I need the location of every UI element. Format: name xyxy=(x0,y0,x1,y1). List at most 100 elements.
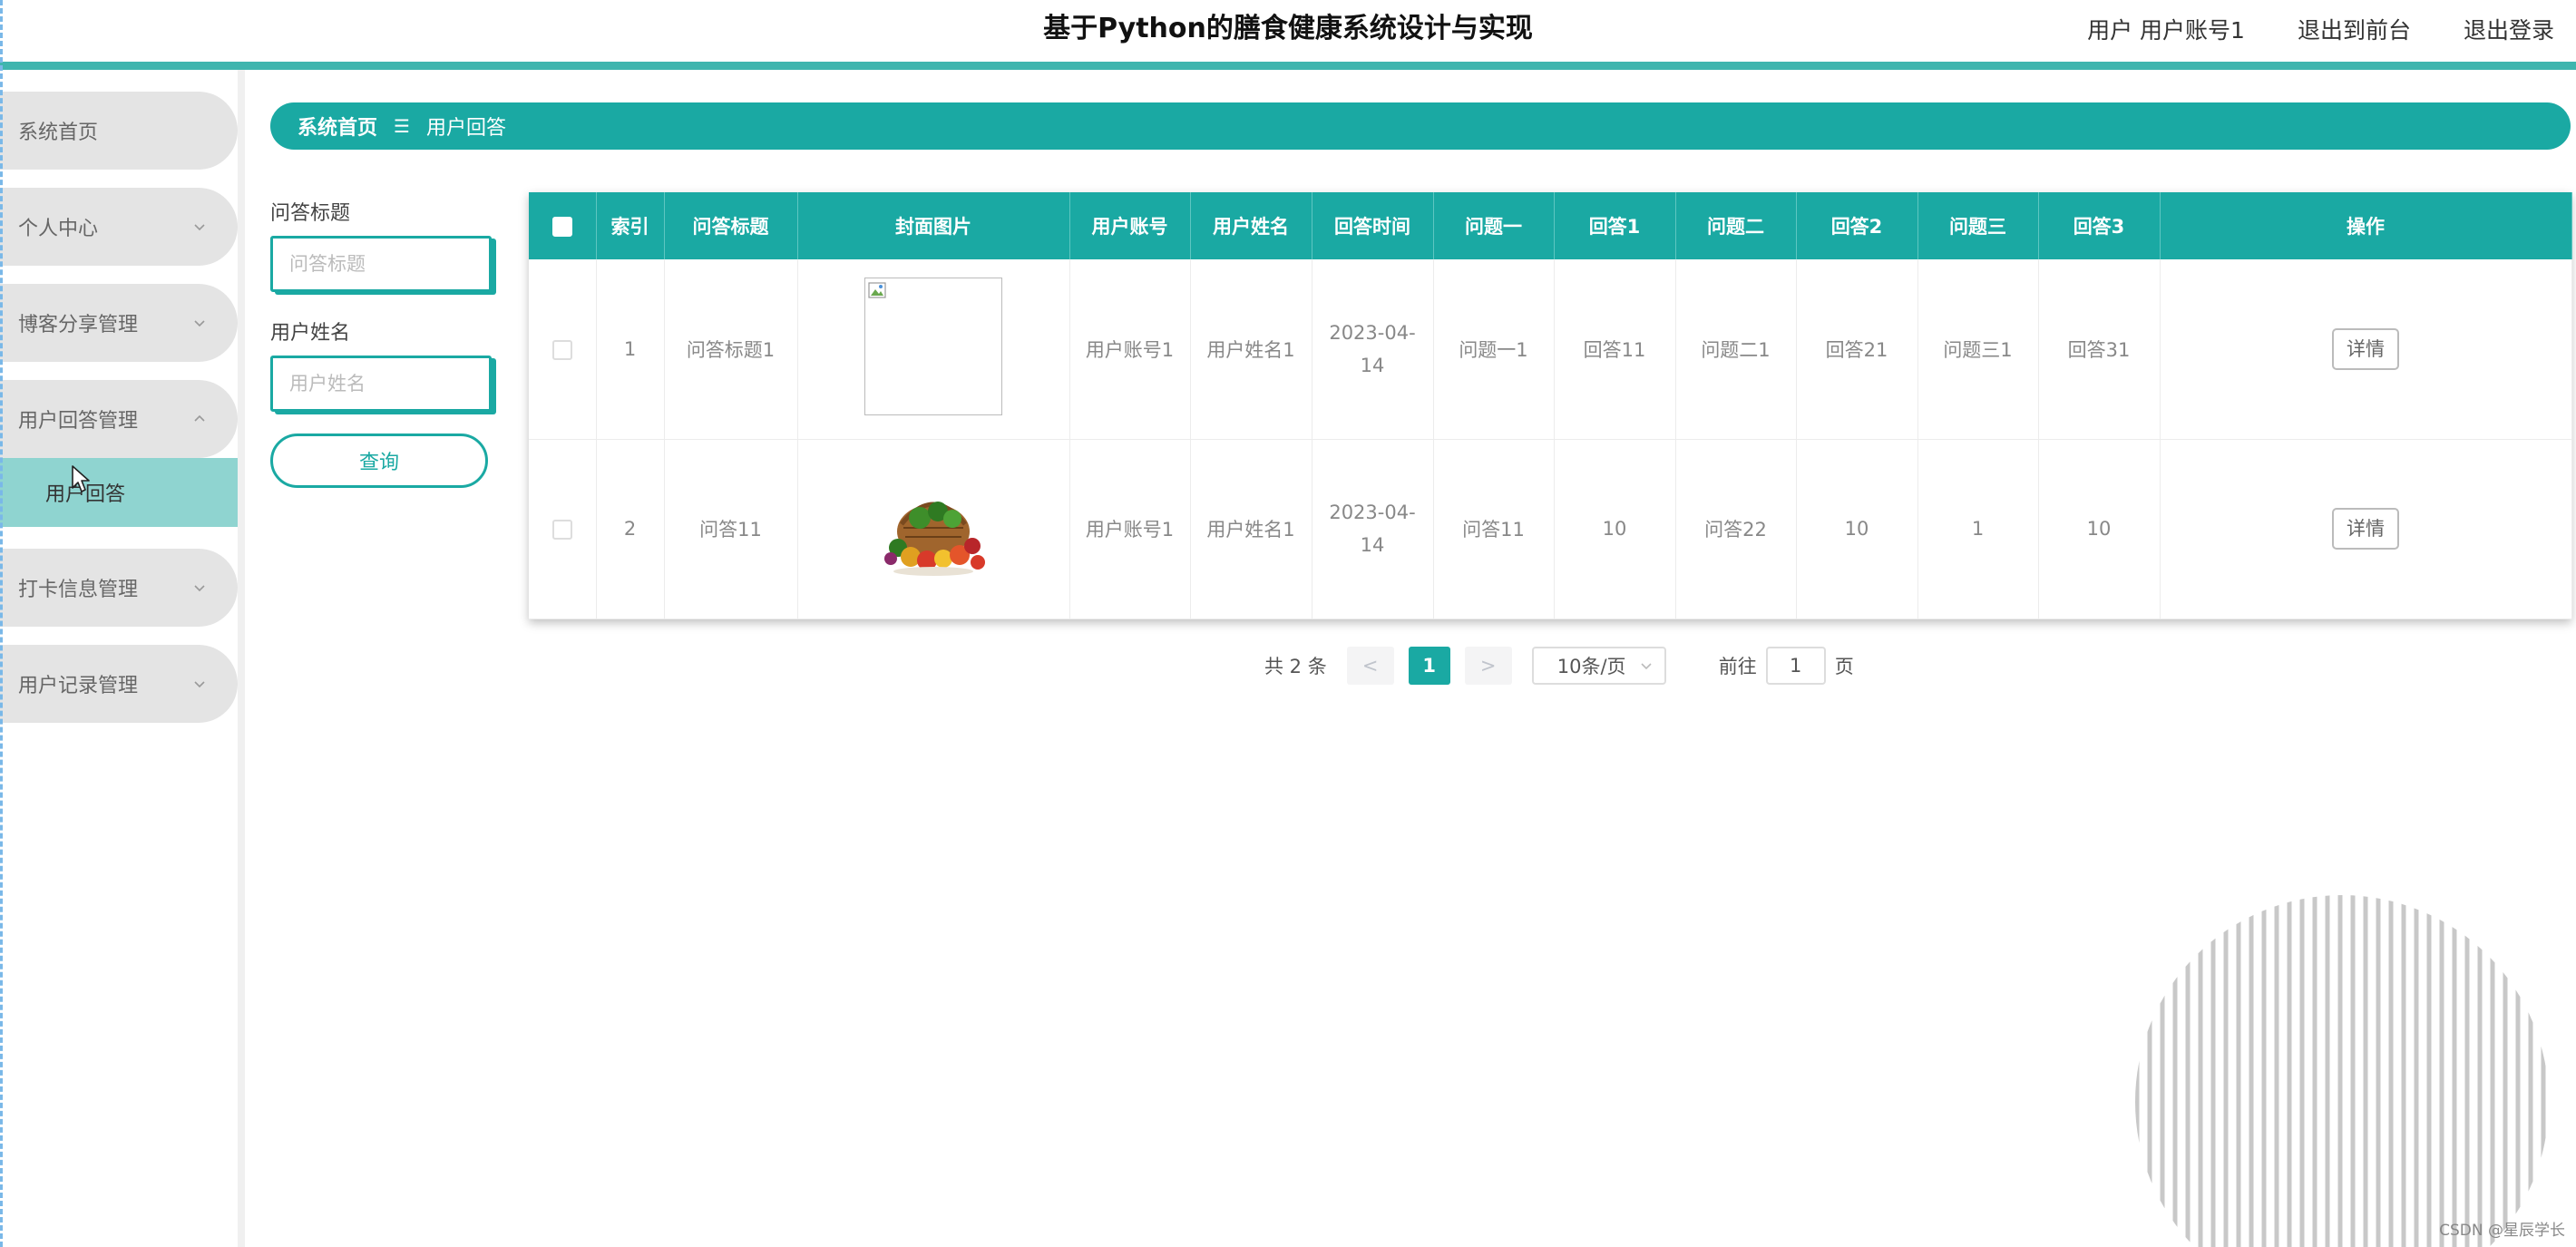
sidebar-item-label: 打卡信息管理 xyxy=(18,579,139,601)
cell-a1: 回答11 xyxy=(1554,259,1676,440)
column-header: 问题二 xyxy=(1675,192,1797,259)
logout-link[interactable]: 退出登录 xyxy=(2464,13,2554,45)
cell-name: 用户姓名1 xyxy=(1190,439,1312,619)
mouse-cursor-icon xyxy=(72,465,90,492)
query-button[interactable]: 查询 xyxy=(270,434,488,488)
cell-q1: 问题一1 xyxy=(1433,259,1555,440)
cell-q3: 1 xyxy=(1917,439,2039,619)
cell-cover xyxy=(797,259,1070,440)
column-header: 用户账号 xyxy=(1069,192,1191,259)
cell-a2: 回答21 xyxy=(1796,259,1918,440)
breadcrumb-home[interactable]: 系统首页 xyxy=(298,112,377,141)
cell-title: 问答11 xyxy=(664,439,798,619)
sidebar-item-label: 个人中心 xyxy=(18,218,99,240)
chevron-down-icon xyxy=(194,681,205,688)
column-header: 回答1 xyxy=(1554,192,1676,259)
chevron-down-icon xyxy=(194,585,205,592)
page-number-button[interactable]: 1 xyxy=(1408,647,1450,685)
cell-a1: 10 xyxy=(1554,439,1676,619)
sidebar: 系统首页 个人中心 博客分享管理 用户回答管理 用户回答 打卡信息管理 用户记录… xyxy=(0,70,245,1247)
breadcrumb-current: 用户回答 xyxy=(425,117,506,140)
cell-q3: 问题三1 xyxy=(1917,259,2039,440)
sidebar-menu: 系统首页 个人中心 博客分享管理 用户回答管理 用户回答 打卡信息管理 用户记录… xyxy=(0,92,238,741)
select-all-cell[interactable] xyxy=(529,192,597,259)
cell-a2: 10 xyxy=(1796,439,1918,619)
back-to-front-link[interactable]: 退出到前台 xyxy=(2298,13,2411,45)
cell-actions: 详情 xyxy=(2160,259,2572,440)
page-left-dashed-border xyxy=(0,0,3,1247)
sidebar-subitem-user-answer[interactable]: 用户回答 xyxy=(0,458,238,527)
watermark: CSDN @星辰学长 xyxy=(2439,1222,2565,1240)
sidebar-item-label: 用户回答管理 xyxy=(18,410,139,433)
cell-actions: 详情 xyxy=(2160,439,2572,619)
broken-image-icon xyxy=(868,282,886,298)
table-row: 1 问答标题1 用户账号1 用户姓名1 2023-04- 14 问题一1 回答11 xyxy=(529,259,2572,440)
page-size-select[interactable]: 10条/页 xyxy=(1531,647,1666,685)
select-all-checkbox[interactable] xyxy=(551,217,572,237)
cell-answer-time: 2023-04- 14 xyxy=(1312,439,1434,619)
next-page-button[interactable]: > xyxy=(1464,647,1512,685)
cell-account: 用户账号1 xyxy=(1069,259,1191,440)
sidebar-item-blog-share[interactable]: 博客分享管理 xyxy=(0,284,238,362)
sidebar-item-personal-center[interactable]: 个人中心 xyxy=(0,188,238,266)
goto-page-input[interactable] xyxy=(1765,647,1826,685)
breadcrumb-separator-icon: ☰ xyxy=(394,115,410,137)
title-search-input[interactable] xyxy=(270,236,492,292)
header-accent-bar xyxy=(0,62,2576,70)
row-checkbox[interactable] xyxy=(551,520,572,540)
detail-button[interactable]: 详情 xyxy=(2332,508,2399,550)
cell-answer-time: 2023-04- 14 xyxy=(1312,259,1434,440)
vegetable-basket-image xyxy=(884,501,985,576)
column-header: 回答时间 xyxy=(1312,192,1434,259)
column-header: 问题一 xyxy=(1433,192,1555,259)
row-select-cell[interactable] xyxy=(529,439,597,619)
cell-index: 2 xyxy=(596,439,665,619)
cell-q1: 问答11 xyxy=(1433,439,1555,619)
column-header: 问题三 xyxy=(1917,192,2039,259)
top-header: 基于Python的膳食健康系统设计与实现 用户 用户账号1 退出到前台 退出登录 xyxy=(0,0,2576,62)
goto-suffix: 页 xyxy=(1834,656,1854,677)
cover-image-broken xyxy=(864,278,1002,416)
sidebar-item-checkin-manage[interactable]: 打卡信息管理 xyxy=(0,549,238,627)
cell-title: 问答标题1 xyxy=(664,259,798,440)
date-line: 2023-04- xyxy=(1329,502,1416,523)
cell-index: 1 xyxy=(596,259,665,440)
page-size-value: 10条/页 xyxy=(1556,656,1626,677)
answers-table: 索引 问答标题 封面图片 用户账号 用户姓名 回答时间 问题一 回答1 问题二 … xyxy=(529,192,2572,619)
name-search-input[interactable] xyxy=(270,356,492,412)
sidebar-item-home[interactable]: 系统首页 xyxy=(0,92,238,170)
date-line: 2023-04- xyxy=(1329,321,1416,344)
prev-page-button[interactable]: < xyxy=(1346,647,1394,685)
detail-button[interactable]: 详情 xyxy=(2332,327,2399,370)
sidebar-item-label: 用户记录管理 xyxy=(18,675,139,697)
breadcrumb: 系统首页 ☰ 用户回答 xyxy=(270,102,2571,150)
cell-q2: 问题二1 xyxy=(1675,259,1797,440)
cell-q2: 问答22 xyxy=(1675,439,1797,619)
pagination-total: 共 2 条 xyxy=(1264,656,1327,677)
pagination: 共 2 条 < 1 > 10条/页 前往 页 xyxy=(1264,645,1854,687)
column-header: 问答标题 xyxy=(664,192,798,259)
column-header: 回答3 xyxy=(2038,192,2161,259)
column-header: 回答2 xyxy=(1796,192,1918,259)
header-actions: 用户 用户账号1 退出到前台 退出登录 xyxy=(2087,9,2554,49)
sidebar-item-user-answer-manage[interactable]: 用户回答管理 xyxy=(0,380,238,458)
cell-a3: 10 xyxy=(2038,439,2161,619)
column-header: 用户姓名 xyxy=(1190,192,1312,259)
sidebar-item-label: 博客分享管理 xyxy=(18,314,139,336)
table-row: 2 问答11 用户账号1 用户姓名1 2023-04- 14 问答11 10 问… xyxy=(529,439,2572,619)
row-select-cell[interactable] xyxy=(529,259,597,440)
chevron-down-icon xyxy=(1641,663,1652,670)
sidebar-item-label: 系统首页 xyxy=(18,122,99,144)
date-line: 14 xyxy=(1360,534,1385,556)
chevron-down-icon xyxy=(194,224,205,231)
table-header-row: 索引 问答标题 封面图片 用户账号 用户姓名 回答时间 问题一 回答1 问题二 … xyxy=(529,192,2572,259)
current-user-label: 用户 用户账号1 xyxy=(2087,17,2245,44)
goto-prefix: 前往 xyxy=(1718,656,1757,677)
name-search-label: 用户姓名 xyxy=(270,322,351,345)
column-header: 索引 xyxy=(596,192,665,259)
cell-cover xyxy=(797,439,1070,619)
sidebar-item-user-record-manage[interactable]: 用户记录管理 xyxy=(0,645,238,723)
column-header: 封面图片 xyxy=(797,192,1070,259)
title-search-label: 问答标题 xyxy=(270,202,351,225)
row-checkbox[interactable] xyxy=(551,339,572,360)
